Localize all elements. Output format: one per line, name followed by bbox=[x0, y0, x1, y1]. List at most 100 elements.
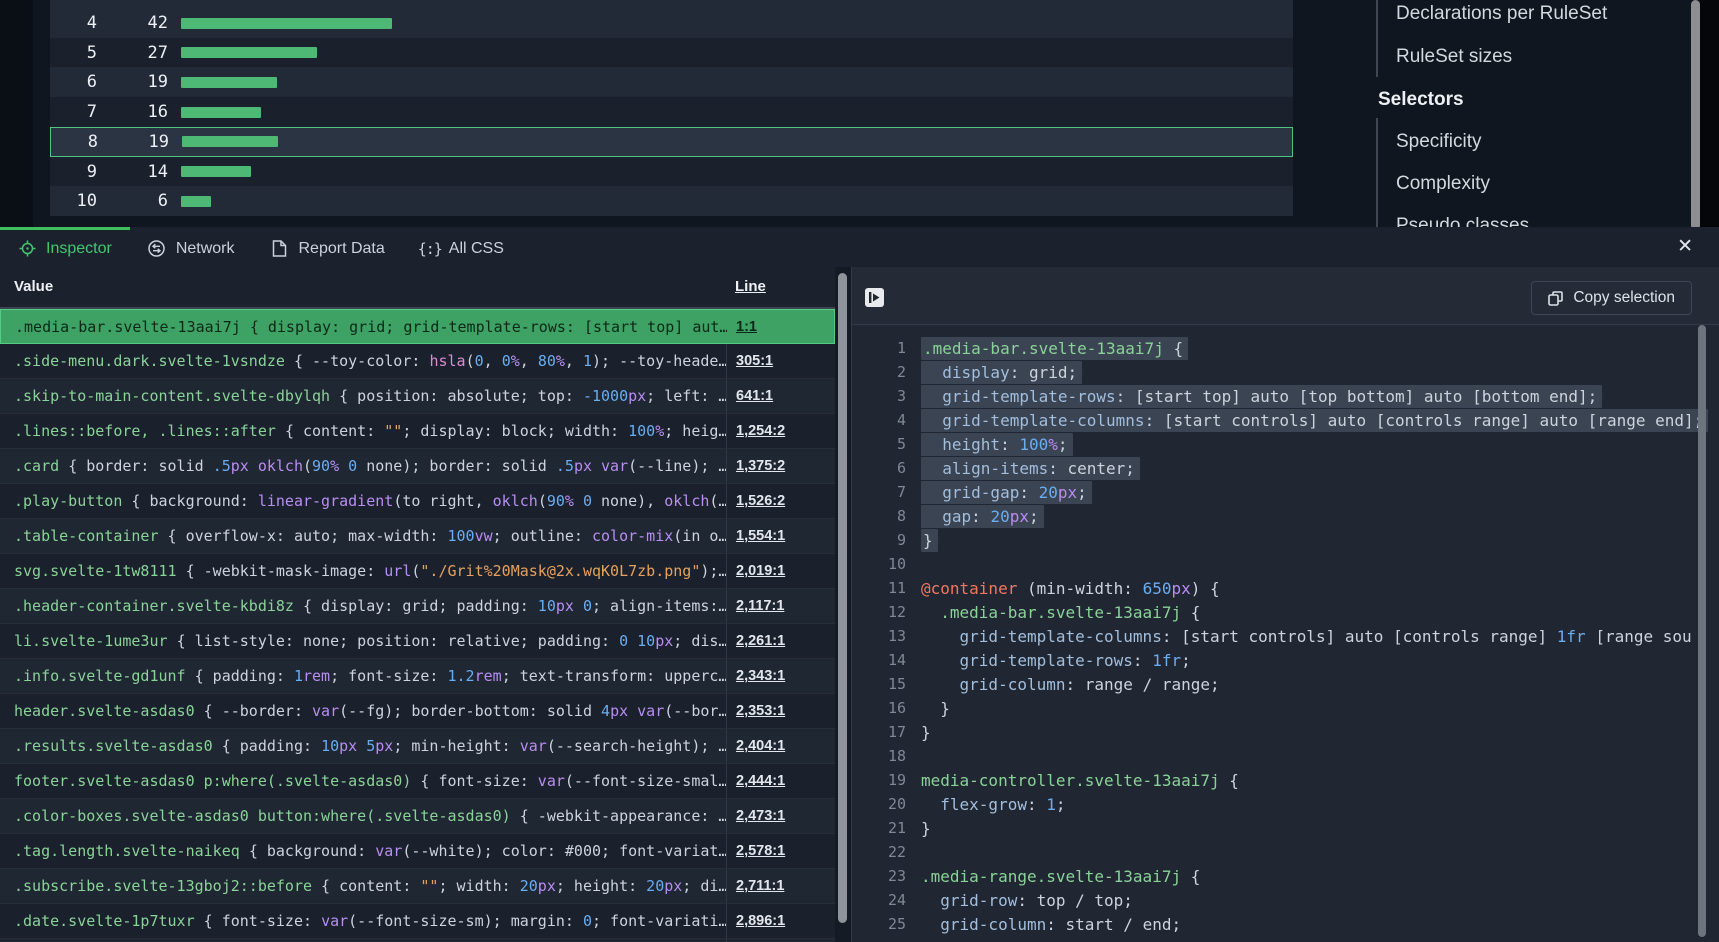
tab-all-css[interactable]: {:}All CSS bbox=[421, 240, 504, 258]
table-row[interactable]: .results.svelte-asdas0 { padding: 10px 5… bbox=[0, 729, 835, 764]
chart-row[interactable]: 716 bbox=[50, 97, 1293, 127]
code-text: align-items: center; bbox=[921, 459, 1140, 478]
table-row[interactable]: li.svelte-1ume3ur { list-style: none; po… bbox=[0, 624, 835, 659]
table-header: Value Line bbox=[0, 267, 835, 309]
line-link[interactable]: 2,261:1 bbox=[736, 633, 785, 649]
tab-inspector[interactable]: Inspector bbox=[18, 240, 112, 258]
value-column-header: Value bbox=[14, 278, 53, 295]
line-number: 14 bbox=[852, 651, 906, 669]
line-cell: 2,117:1 bbox=[726, 589, 835, 623]
code-line: 1.media-bar.svelte-13aai7j { bbox=[852, 336, 1719, 360]
chart-row[interactable]: 442 bbox=[50, 8, 1293, 38]
table-row[interactable]: header.svelte-asdas0 { --border: var(--f… bbox=[0, 694, 835, 729]
table-row[interactable]: .table-container { overflow-x: auto; max… bbox=[0, 519, 835, 554]
rule-value: svg.svelte-1tw8111 { -webkit-mask-image:… bbox=[0, 554, 726, 588]
table-rows: .media-bar.svelte-13aai7j { display: gri… bbox=[0, 309, 835, 942]
table-scrollbar[interactable] bbox=[838, 273, 847, 923]
sidebar-item-selectors[interactable]: Selectors bbox=[1313, 79, 1700, 121]
line-cell: 1,526:2 bbox=[726, 484, 835, 518]
line-link[interactable]: 1,554:1 bbox=[736, 528, 785, 544]
line-cell: 2,473:1 bbox=[726, 799, 835, 833]
table-row[interactable]: .info.svelte-gd1unf { padding: 1rem; fon… bbox=[0, 659, 835, 694]
line-link[interactable]: 2,343:1 bbox=[736, 668, 785, 684]
code-text: grid-template-rows: 1fr; bbox=[921, 651, 1191, 670]
copy-selection-button[interactable]: Copy selection bbox=[1531, 281, 1692, 315]
sidebar-item-specificity[interactable]: Specificity bbox=[1313, 121, 1700, 163]
code-line: 14 grid-template-rows: 1fr; bbox=[852, 648, 1719, 672]
table-row[interactable]: .color-boxes.svelte-asdas0 button:where(… bbox=[0, 799, 835, 834]
line-link[interactable]: 2,711:1 bbox=[736, 878, 784, 894]
line-cell: 1,554:1 bbox=[726, 519, 835, 553]
chart-row[interactable]: 527 bbox=[50, 38, 1293, 68]
rule-value: .skip-to-main-content.svelte-dbylqh { po… bbox=[0, 379, 726, 413]
line-link[interactable]: 1,254:2 bbox=[736, 423, 785, 439]
line-link[interactable]: 305:1 bbox=[736, 353, 773, 369]
tab-report-data[interactable]: Report Data bbox=[271, 240, 385, 258]
page-scrollbar[interactable] bbox=[1691, 0, 1700, 230]
chart-row-label: 8 bbox=[51, 132, 98, 152]
line-column-header[interactable]: Line bbox=[735, 278, 766, 295]
line-number: 25 bbox=[852, 915, 906, 933]
chart-row[interactable]: 106 bbox=[50, 186, 1293, 216]
code-line: 11@container (min-width: 650px) { bbox=[852, 576, 1719, 600]
line-link[interactable]: 1,375:2 bbox=[736, 458, 785, 474]
table-row[interactable]: .date.svelte-1p7tuxr { font-size: var(--… bbox=[0, 904, 835, 939]
sidebar-item-declarations-per-ruleset[interactable]: Declarations per RuleSet bbox=[1313, 0, 1700, 35]
code-scrollbar[interactable] bbox=[1698, 325, 1706, 937]
rule-value: .play-button { background: linear-gradie… bbox=[0, 484, 726, 518]
code-text: grid-template-columns: [start controls] … bbox=[921, 627, 1692, 646]
close-icon[interactable]: ✕ bbox=[1677, 235, 1693, 259]
page-edge bbox=[1700, 0, 1719, 230]
table-row[interactable]: .tag.length.svelte-naikeq { background: … bbox=[0, 834, 835, 869]
rule-value: .media-bar.svelte-13aai7j { display: gri… bbox=[1, 310, 727, 344]
table-row[interactable]: .play-button { background: linear-gradie… bbox=[0, 484, 835, 519]
sidebar-item-complexity[interactable]: Complexity bbox=[1313, 163, 1700, 205]
chart-row[interactable]: 619 bbox=[50, 67, 1293, 97]
line-number: 23 bbox=[852, 867, 906, 885]
line-link[interactable]: 1:1 bbox=[736, 319, 757, 335]
chart-row[interactable]: 819 bbox=[50, 127, 1293, 157]
table-row[interactable]: .header-container.svelte-kbdi8z { displa… bbox=[0, 589, 835, 624]
line-number: 13 bbox=[852, 627, 906, 645]
line-link[interactable]: 2,404:1 bbox=[736, 738, 785, 754]
code-line: 25 grid-column: start / end; bbox=[852, 912, 1719, 936]
code-text: grid-column: start / end; bbox=[921, 915, 1181, 934]
sidebar-item-ruleset-sizes[interactable]: RuleSet sizes bbox=[1313, 36, 1700, 78]
table-row[interactable]: footer.svelte-asdas0 p:where(.svelte-asd… bbox=[0, 764, 835, 799]
panel-tab-bar: Inspector Network Report Data {:}All CSS bbox=[0, 230, 1719, 267]
code-text: .media-bar.svelte-13aai7j { bbox=[921, 339, 1188, 358]
code-text: flex-grow: 1; bbox=[921, 795, 1066, 814]
code-lines: 1.media-bar.svelte-13aai7j {2 display: g… bbox=[852, 324, 1719, 942]
code-line: 3 grid-template-rows: [start top] auto [… bbox=[852, 384, 1719, 408]
tab-label: Inspector bbox=[46, 240, 112, 258]
line-number: 8 bbox=[852, 507, 906, 525]
code-text: .media-bar.svelte-13aai7j { bbox=[921, 603, 1200, 622]
line-link[interactable]: 1,526:2 bbox=[736, 493, 785, 509]
code-text: .media-range.svelte-13aai7j { bbox=[921, 867, 1200, 886]
code-text: display: grid; bbox=[921, 363, 1082, 382]
chart-bar bbox=[182, 136, 278, 147]
line-link[interactable]: 641:1 bbox=[736, 388, 773, 404]
table-row[interactable]: .skip-to-main-content.svelte-dbylqh { po… bbox=[0, 379, 835, 414]
line-link[interactable]: 2,473:1 bbox=[736, 808, 785, 824]
line-link[interactable]: 2,353:1 bbox=[736, 703, 785, 719]
table-row[interactable]: .side-menu.dark.svelte-1vsndze { --toy-c… bbox=[0, 344, 835, 379]
table-row[interactable]: .media-bar.svelte-13aai7j { display: gri… bbox=[0, 309, 835, 344]
line-link[interactable]: 2,578:1 bbox=[736, 843, 785, 859]
table-row[interactable]: .card { border: solid .5px oklch(90% 0 n… bbox=[0, 449, 835, 484]
chart-row-value: 27 bbox=[97, 43, 168, 63]
tab-network[interactable]: Network bbox=[148, 240, 235, 258]
line-link[interactable]: 2,896:1 bbox=[736, 913, 785, 929]
code-text: grid-column: range / range; bbox=[921, 675, 1220, 694]
line-cell: 305:1 bbox=[726, 344, 835, 378]
table-row[interactable]: .subscribe.svelte-13gboj2::before { cont… bbox=[0, 869, 835, 904]
line-cell: 2,711:1 bbox=[726, 869, 835, 903]
table-row[interactable]: .lines::before, .lines::after { content:… bbox=[0, 414, 835, 449]
line-link[interactable]: 2,019:1 bbox=[736, 563, 785, 579]
chart-row[interactable]: 914 bbox=[50, 157, 1293, 187]
line-link[interactable]: 2,117:1 bbox=[736, 598, 784, 614]
table-row[interactable]: svg.svelte-1tw8111 { -webkit-mask-image:… bbox=[0, 554, 835, 589]
line-link[interactable]: 2,444:1 bbox=[736, 773, 785, 789]
toggle-panel-icon[interactable] bbox=[865, 288, 884, 307]
line-cell: 2,353:1 bbox=[726, 694, 835, 728]
